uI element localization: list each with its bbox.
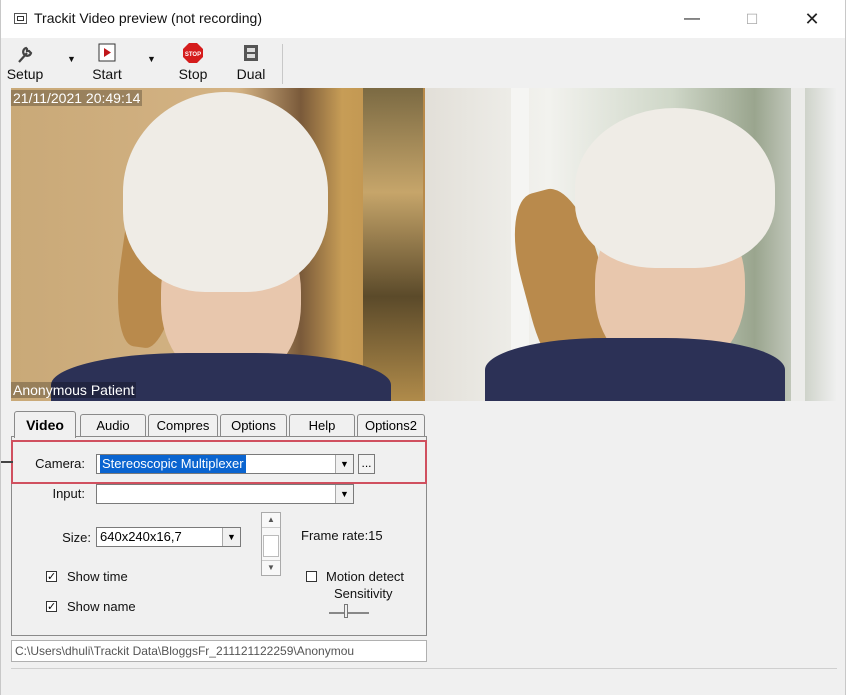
chevron-down-icon[interactable]: ▼ (335, 485, 353, 503)
show-name-checkbox[interactable]: ✓ (46, 601, 57, 613)
stop-label: Stop (178, 66, 208, 82)
setup-button[interactable]: Setup (5, 40, 45, 86)
tab-options[interactable]: Options (220, 414, 287, 436)
left-camera-view (11, 88, 425, 401)
setup-label: Setup (6, 66, 44, 82)
minimize-button[interactable]: — (669, 0, 715, 38)
tab-help[interactable]: Help (289, 414, 355, 436)
size-value: 640x240x16,7 (100, 529, 182, 544)
app-icon (14, 13, 27, 24)
wall-painting (363, 88, 423, 401)
stop-button[interactable]: STOP Stop (173, 40, 213, 86)
eeg-cap (123, 92, 328, 292)
arrow-up-icon[interactable]: ▲ (262, 513, 280, 528)
svg-text:STOP: STOP (185, 52, 201, 58)
window-title: Trackit Video preview (not recording) (34, 10, 262, 26)
motion-detect-label[interactable]: Motion detect (326, 569, 404, 584)
wrench-icon (5, 42, 45, 66)
frame-rate-text: Frame rate:15 (301, 528, 383, 543)
patient-name-overlay: Anonymous Patient (11, 382, 137, 398)
frame-rate-spinner[interactable]: ▲ ▼ (261, 512, 281, 576)
status-bar (11, 668, 837, 693)
chevron-down-icon[interactable]: ▼ (222, 528, 240, 546)
toolbar: Setup ▼ Start ▼ STOP Stop Dual (1, 38, 845, 88)
start-button[interactable]: Start (87, 40, 127, 86)
input-select[interactable]: ▼ (96, 484, 354, 504)
film-icon (231, 42, 271, 66)
trackit-window: Trackit Video preview (not recording) — … (0, 0, 846, 695)
sensitivity-slider-track[interactable] (329, 612, 369, 614)
start-dropdown-icon[interactable]: ▼ (147, 54, 156, 64)
stop-sign-icon: STOP (173, 42, 213, 66)
camera-label: Camera: (35, 456, 85, 471)
input-label: Input: (52, 486, 85, 501)
record-start-icon (87, 42, 127, 66)
title-bar: Trackit Video preview (not recording) — … (1, 0, 845, 38)
dual-label: Dual (236, 66, 266, 82)
callout-pointer (1, 461, 13, 463)
tab-options2[interactable]: Options2 (357, 414, 425, 436)
data-path-field[interactable]: C:\Users\dhuli\Trackit Data\BloggsFr_211… (11, 640, 427, 662)
start-label: Start (92, 66, 122, 82)
right-camera-view (425, 88, 837, 401)
show-time-label[interactable]: Show time (67, 569, 128, 584)
maximize-button[interactable]: ☐ (729, 0, 775, 38)
chevron-down-icon[interactable]: ▼ (335, 455, 353, 473)
size-label: Size: (62, 530, 91, 545)
spinner-thumb[interactable] (263, 535, 279, 557)
size-select[interactable]: 640x240x16,7 ▼ (96, 527, 241, 547)
camera-browse-button[interactable]: ... (358, 454, 375, 474)
arrow-down-icon[interactable]: ▼ (262, 560, 280, 575)
show-name-label[interactable]: Show name (67, 599, 136, 614)
video-preview: 21/11/2021 20:49:14 Anonymous Patient (11, 88, 837, 401)
camera-select[interactable]: Stereoscopic Multiplexer ▼ (96, 454, 354, 474)
tab-compress[interactable]: Compres (148, 414, 218, 436)
timestamp-overlay: 21/11/2021 20:49:14 (11, 90, 143, 106)
close-button[interactable]: ✕ (789, 0, 835, 38)
tab-strip: Video Audio Compres Options Help Options… (11, 411, 427, 438)
tab-audio[interactable]: Audio (80, 414, 146, 436)
sensitivity-slider-thumb[interactable] (344, 604, 348, 618)
eeg-cap-side (575, 108, 775, 268)
show-time-checkbox[interactable]: ✓ (46, 571, 57, 583)
dual-button[interactable]: Dual (231, 40, 271, 86)
camera-value: Stereoscopic Multiplexer (100, 455, 246, 473)
motion-detect-checkbox[interactable] (306, 571, 317, 582)
sensitivity-label: Sensitivity (334, 586, 393, 601)
setup-dropdown-icon[interactable]: ▼ (67, 54, 76, 64)
toolbar-separator (282, 44, 283, 84)
tab-video[interactable]: Video (14, 411, 76, 438)
